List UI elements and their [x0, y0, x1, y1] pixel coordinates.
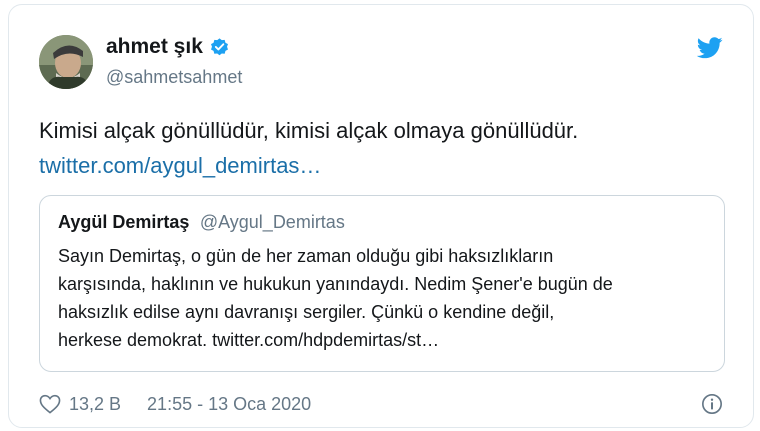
quoted-tweet-line: Sayın Demirtaş, o gün de her zaman olduğ…: [58, 246, 554, 266]
author-name[interactable]: ahmet şık: [106, 35, 203, 59]
tweet-link[interactable]: twitter.com/aygul_demirtas…: [39, 152, 321, 180]
quoted-tweet-line: herkese demokrat. twitter.com/hdpdemirta…: [58, 330, 440, 350]
heart-icon[interactable]: [39, 394, 61, 414]
tweet-footer: 13,2 B 21:55 - 13 Oca 2020: [39, 393, 311, 415]
twitter-bird-icon[interactable]: [696, 37, 723, 59]
quoted-author-handle: @Aygul_Demirtas: [199, 212, 345, 232]
like-count[interactable]: 13,2 B: [69, 393, 121, 415]
avatar[interactable]: [39, 35, 93, 89]
quoted-author-name: Aygül Demirtaş: [58, 212, 190, 232]
tweet-text: Kimisi alçak gönüllüdür, kimisi alçak ol…: [39, 118, 579, 143]
verified-badge-icon: [209, 37, 230, 58]
tweet-card: ahmet şık @sahmetsahmet Kimisi alçak gön…: [8, 4, 754, 428]
info-icon[interactable]: [701, 393, 723, 415]
avatar-image: [39, 35, 93, 89]
quoted-tweet-line: karşısında, haklının ve hukukun yanınday…: [58, 274, 613, 294]
author-name-row: ahmet şık: [106, 35, 230, 59]
quoted-tweet-line: haksızlık edilse aynı davranışı sergiler…: [58, 302, 555, 322]
quoted-tweet[interactable]: Aygül Demirtaş @Aygul_Demirtas Sayın Dem…: [39, 195, 725, 372]
quoted-tweet-header: Aygül Demirtaş @Aygul_Demirtas: [58, 211, 345, 235]
timestamp[interactable]: 21:55 - 13 Oca 2020: [147, 393, 311, 415]
author-handle[interactable]: @sahmetsahmet: [106, 66, 242, 88]
quoted-tweet-text: Sayın Demirtaş, o gün de her zaman olduğ…: [58, 242, 708, 354]
